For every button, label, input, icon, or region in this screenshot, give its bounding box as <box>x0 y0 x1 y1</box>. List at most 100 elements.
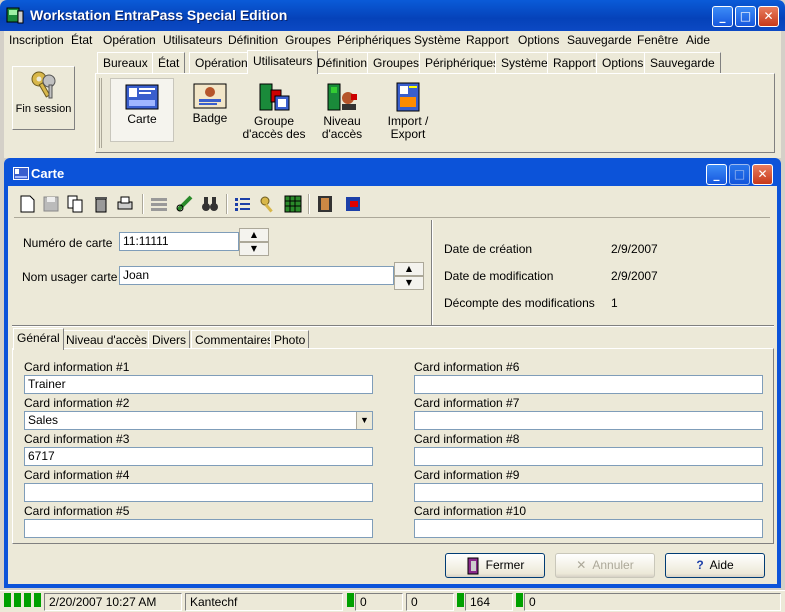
carte-toolbar <box>14 190 770 218</box>
link-icon[interactable] <box>174 193 196 215</box>
card-info-8-input[interactable] <box>414 447 763 466</box>
divider <box>431 220 433 325</box>
card-info-4-input[interactable] <box>24 483 373 502</box>
card-user-spin-up[interactable]: ▲ <box>394 262 424 276</box>
save-icon[interactable] <box>40 193 62 215</box>
menu-fenetre[interactable]: Fenêtre <box>637 33 678 47</box>
card-info-7-input[interactable] <box>414 411 763 430</box>
menu-operation[interactable]: Opération <box>103 33 156 47</box>
card-info-8-label: Card information #8 <box>414 432 520 446</box>
tab-niveau-acces[interactable]: Niveau d'accès <box>62 330 151 349</box>
launcher-import-export[interactable]: Import / Export <box>376 78 440 141</box>
badge-icon <box>193 83 227 109</box>
tab-rapport[interactable]: Rapport <box>547 52 602 73</box>
delete-icon[interactable] <box>90 193 112 215</box>
new-icon[interactable] <box>16 193 38 215</box>
card-detail-tabs: Général Niveau d'accès Divers Commentair… <box>12 328 772 350</box>
menu-definition[interactable]: Définition <box>228 33 278 47</box>
menu-groupes[interactable]: Groupes <box>285 33 331 47</box>
divider <box>12 325 774 327</box>
menu-sauvegarde[interactable]: Sauvegarde <box>567 33 632 47</box>
tab-sauvegarde[interactable]: Sauvegarde <box>644 52 721 73</box>
card-user-label: Nom usager carte <box>22 270 118 284</box>
card-user-spin-down[interactable]: ▼ <box>394 276 424 290</box>
close-window-button[interactable]: Fermer <box>445 553 545 578</box>
end-session-button[interactable]: Fin session <box>12 66 75 130</box>
status-counter-2: 0 <box>406 593 454 611</box>
menu-inscription[interactable]: Inscription <box>9 33 64 47</box>
child-maximize-button[interactable]: □ <box>729 164 750 185</box>
copy-icon[interactable] <box>64 193 86 215</box>
print-icon[interactable] <box>114 193 136 215</box>
child-close-button[interactable]: ✕ <box>752 164 773 185</box>
launcher-badge[interactable]: Badge <box>178 78 242 125</box>
maximize-button[interactable]: □ <box>735 6 756 27</box>
launcher-carte[interactable]: Carte <box>110 78 174 142</box>
created-label: Date de création <box>444 242 533 256</box>
launcher-carte-label: Carte <box>127 112 157 126</box>
card-info-6-input[interactable] <box>414 375 763 394</box>
access-level-icon <box>327 83 357 111</box>
launcher-groupe-acces[interactable]: Groupe d'accès des <box>242 78 306 142</box>
menu-aide[interactable]: Aide <box>686 33 710 47</box>
tab-commentaires[interactable]: Commentaires <box>191 330 278 349</box>
card-info-4-label: Card information #4 <box>24 468 130 482</box>
menu-options[interactable]: Options <box>518 33 559 47</box>
launcher-niveau-acces[interactable]: Niveau d'accès <box>310 78 374 141</box>
card-info-10-label: Card information #10 <box>414 504 527 518</box>
menu-peripheriques[interactable]: Périphériques <box>337 33 411 47</box>
menu-etat[interactable]: État <box>71 33 92 47</box>
card-info-2-select[interactable]: Sales ▼ <box>24 411 373 430</box>
modified-label: Date de modification <box>444 269 554 283</box>
tab-groupes[interactable]: Groupes <box>367 52 426 73</box>
launcher-import-export-label: Import / Export <box>387 114 429 141</box>
tab-photo[interactable]: Photo <box>270 330 310 349</box>
tab-divers[interactable]: Divers <box>148 330 191 349</box>
details-icon[interactable] <box>232 193 254 215</box>
tab-options[interactable]: Options <box>596 52 650 73</box>
tab-bureaux[interactable]: Bureaux <box>97 52 154 73</box>
tab-general[interactable]: Général <box>13 328 64 350</box>
card-number-input[interactable]: 11:11111 <box>119 232 239 251</box>
status-user: Kantechf <box>185 593 343 611</box>
menu-systeme[interactable]: Système <box>414 33 461 47</box>
card-info-5-input[interactable] <box>24 519 373 538</box>
tab-definition[interactable]: Définition <box>311 52 374 73</box>
grid-icon[interactable] <box>282 193 304 215</box>
card-info-10-input[interactable] <box>414 519 763 538</box>
tab-utilisateurs[interactable]: Utilisateurs <box>247 50 319 74</box>
help-button[interactable]: ? Aide <box>665 553 765 578</box>
minimize-button[interactable]: _ <box>712 6 733 27</box>
flag-icon[interactable] <box>342 193 364 215</box>
film-icon[interactable] <box>314 193 336 215</box>
tab-etat[interactable]: État <box>152 52 186 73</box>
tab-operation[interactable]: Opération <box>189 52 254 73</box>
status-led <box>4 593 11 607</box>
binoculars-icon[interactable] <box>199 193 221 215</box>
card-number-label: Numéro de carte <box>23 236 113 250</box>
tab-systeme[interactable]: Système <box>495 52 554 73</box>
list-icon[interactable] <box>148 193 170 215</box>
help-label: Aide <box>709 558 734 572</box>
close-button[interactable]: ✕ <box>758 6 779 27</box>
tab-peripheriques[interactable]: Périphériques <box>419 52 506 73</box>
card-user-input[interactable]: Joan <box>119 266 394 285</box>
modification-count-label: Décompte des modifications <box>444 296 595 310</box>
status-led <box>14 593 21 607</box>
keys-icon <box>31 71 56 99</box>
card-info-3-input[interactable]: 6717 <box>24 447 373 466</box>
import-export-icon <box>396 82 420 112</box>
cancel-button[interactable]: ✕ Annuler <box>555 553 655 578</box>
menu-utilisateurs[interactable]: Utilisateurs <box>163 33 222 47</box>
chevron-down-icon[interactable]: ▼ <box>356 412 372 429</box>
menu-rapport[interactable]: Rapport <box>466 33 509 47</box>
launcher-groupe-acces-label: Groupe d'accès des <box>242 114 306 141</box>
card-info-1-input[interactable]: Trainer <box>24 375 373 394</box>
card-number-spin-down[interactable]: ▼ <box>239 242 269 256</box>
card-number-spin-up[interactable]: ▲ <box>239 228 269 242</box>
card-info-9-input[interactable] <box>414 483 763 502</box>
key-icon[interactable] <box>257 193 279 215</box>
status-led <box>347 593 354 607</box>
child-minimize-button[interactable]: _ <box>706 164 727 185</box>
launcher-badge-label: Badge <box>192 111 228 125</box>
